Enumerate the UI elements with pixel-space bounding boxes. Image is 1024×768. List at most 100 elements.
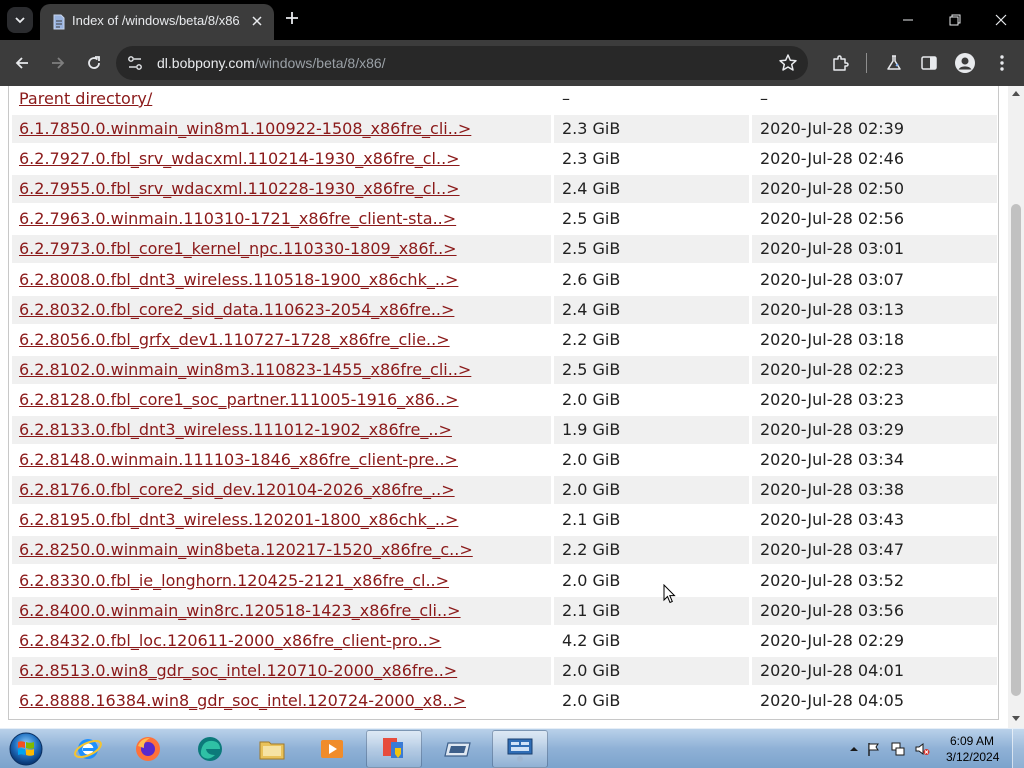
file-link[interactable]: 6.2.8133.0.fbl_dnt3_wireless.111012-1902… bbox=[19, 420, 452, 439]
virtual-machine-icon bbox=[444, 742, 471, 757]
firefox-icon bbox=[136, 737, 160, 761]
scroll-down-arrow-icon[interactable] bbox=[1012, 716, 1020, 721]
clock-date: 3/12/2024 bbox=[946, 750, 1000, 764]
file-link[interactable]: 6.2.8056.0.fbl_grfx_dev1.110727-1728_x86… bbox=[19, 330, 450, 349]
table-row: 6.2.8128.0.fbl_core1_soc_partner.111005-… bbox=[12, 386, 997, 416]
side-panel-button[interactable] bbox=[915, 49, 943, 77]
taskbar-virtual-machine[interactable] bbox=[430, 730, 486, 768]
volume-muted-icon[interactable] bbox=[914, 741, 930, 757]
file-date: 2020-Jul-28 03:01 bbox=[752, 235, 997, 264]
file-link[interactable]: 6.2.8400.0.winmain_win8rc.120518-1423_x8… bbox=[19, 601, 461, 620]
file-link[interactable]: 6.2.8513.0.win8_gdr_soc_intel.120710-200… bbox=[19, 661, 457, 680]
reload-button[interactable] bbox=[80, 49, 108, 77]
page-scrollbar[interactable] bbox=[1008, 86, 1024, 728]
taskbar-internet-explorer[interactable] bbox=[60, 730, 116, 768]
start-button[interactable] bbox=[4, 730, 48, 768]
internet-explorer-icon bbox=[74, 739, 102, 759]
table-row: 6.2.7963.0.winmain.110310-1721_x86fre_cl… bbox=[12, 205, 997, 235]
taskbar-remote-desktop[interactable] bbox=[492, 730, 548, 768]
flask-icon bbox=[887, 55, 901, 70]
file-size: 2.1 GiB bbox=[554, 596, 749, 625]
file-link[interactable]: 6.2.8176.0.fbl_core2_sid_dev.120104-2026… bbox=[19, 480, 455, 499]
control-panel-icon bbox=[383, 738, 403, 758]
taskbar-control-panel[interactable] bbox=[366, 730, 422, 768]
table-row: 6.2.8032.0.fbl_core2_sid_data.110623-205… bbox=[12, 295, 997, 326]
file-date: 2020-Jul-28 02:46 bbox=[760, 149, 905, 169]
restore-icon bbox=[949, 14, 961, 26]
file-size: 2.2 GiB bbox=[562, 329, 621, 349]
arrow-right-icon bbox=[52, 57, 65, 69]
file-size: 2.0 GiB bbox=[562, 450, 621, 470]
file-size: 4.2 GiB bbox=[562, 630, 621, 650]
taskbar-clock[interactable]: 6:09 AM 3/12/2024 bbox=[946, 733, 1000, 765]
profile-button[interactable] bbox=[951, 49, 979, 77]
reload-icon bbox=[88, 56, 100, 69]
new-tab-button[interactable] bbox=[280, 8, 304, 32]
bookmark-star-icon[interactable] bbox=[778, 53, 798, 73]
file-date: 2020-Jul-28 03:38 bbox=[752, 476, 997, 505]
puzzle-piece-icon bbox=[833, 55, 849, 71]
network-icon[interactable] bbox=[890, 741, 906, 757]
file-date: 2020-Jul-28 04:01 bbox=[752, 656, 997, 685]
show-hidden-icons-icon[interactable] bbox=[846, 741, 862, 757]
close-window-button[interactable] bbox=[978, 0, 1024, 40]
file-size: 2.0 GiB bbox=[554, 476, 749, 505]
table-row: 6.2.8888.16384.win8_gdr_soc_intel.120724… bbox=[12, 687, 997, 717]
file-link[interactable]: 6.2.7973.0.fbl_core1_kernel_npc.110330-1… bbox=[19, 239, 457, 258]
file-link[interactable]: 6.2.8195.0.fbl_dnt3_wireless.120201-1800… bbox=[19, 510, 458, 529]
file-date: 2020-Jul-28 03:18 bbox=[760, 329, 905, 349]
parent-directory-link[interactable]: Parent directory/ bbox=[19, 89, 152, 108]
file-link[interactable]: 6.2.8888.16384.win8_gdr_soc_intel.120724… bbox=[19, 691, 466, 710]
taskbar-media-player[interactable] bbox=[304, 730, 360, 768]
file-size: 2.5 GiB bbox=[554, 235, 749, 264]
file-date: 2020-Jul-28 03:47 bbox=[752, 536, 997, 565]
file-link[interactable]: 6.2.8008.0.fbl_dnt3_wireless.110518-1900… bbox=[19, 270, 458, 289]
scroll-up-arrow-icon[interactable] bbox=[1012, 91, 1020, 96]
file-size: 2.0 GiB bbox=[562, 389, 621, 409]
table-row: 6.2.8148.0.winmain.111103-1846_x86fre_cl… bbox=[12, 446, 997, 476]
file-size: 2.1 GiB bbox=[562, 510, 621, 530]
file-link[interactable]: 6.2.8102.0.winmain_win8m3.110823-1455_x8… bbox=[19, 360, 471, 379]
show-desktop-button[interactable] bbox=[1012, 729, 1024, 768]
table-row: 6.2.8008.0.fbl_dnt3_wireless.110518-1900… bbox=[12, 266, 997, 296]
tab-close-button[interactable] bbox=[246, 10, 268, 32]
forward-button[interactable] bbox=[44, 49, 72, 77]
action-center-flag-icon[interactable] bbox=[866, 741, 882, 757]
address-bar[interactable]: dl.bobpony.com/windows/beta/8/x86/ bbox=[116, 46, 808, 80]
taskbar-file-explorer[interactable] bbox=[244, 730, 300, 768]
browser-menu-button[interactable] bbox=[988, 49, 1016, 77]
file-size: 2.3 GiB bbox=[562, 149, 621, 169]
table-row: 6.2.8056.0.fbl_grfx_dev1.110727-1728_x86… bbox=[12, 326, 997, 356]
file-link[interactable]: 6.2.7963.0.winmain.110310-1721_x86fre_cl… bbox=[19, 209, 456, 228]
site-settings-icon[interactable] bbox=[126, 54, 144, 72]
taskbar-firefox[interactable] bbox=[120, 730, 176, 768]
file-size: 2.0 GiB bbox=[562, 690, 621, 710]
table-row: 6.2.8330.0.fbl_ie_longhorn.120425-2121_x… bbox=[12, 567, 997, 597]
file-link[interactable]: 6.1.7850.0.winmain_win8m1.100922-1508_x8… bbox=[19, 119, 471, 138]
file-link[interactable]: 6.2.8148.0.winmain.111103-1846_x86fre_cl… bbox=[19, 450, 458, 469]
scrollbar-thumb[interactable] bbox=[1011, 204, 1021, 696]
labs-button[interactable] bbox=[880, 49, 908, 77]
back-button[interactable] bbox=[8, 49, 36, 77]
url-text[interactable]: dl.bobpony.com/windows/beta/8/x86/ bbox=[157, 55, 386, 71]
file-size: 2.5 GiB bbox=[562, 209, 621, 229]
file-date: 2020-Jul-28 02:29 bbox=[760, 630, 905, 650]
minimize-icon bbox=[903, 19, 913, 21]
tab-active[interactable]: Index of /windows/beta/8/x86/ bbox=[40, 4, 274, 40]
side-panel-icon bbox=[921, 56, 937, 70]
minimize-button[interactable] bbox=[885, 0, 931, 40]
file-date: 2020-Jul-28 04:05 bbox=[760, 690, 905, 710]
restore-button[interactable] bbox=[932, 0, 978, 40]
tab-search-button[interactable] bbox=[7, 7, 33, 33]
file-link[interactable]: 6.2.7955.0.fbl_srv_wdacxml.110228-1930_x… bbox=[19, 179, 460, 198]
file-date: 2020-Jul-28 03:07 bbox=[760, 269, 905, 289]
file-link[interactable]: 6.2.8432.0.fbl_loc.120611-2000_x86fre_cl… bbox=[19, 631, 441, 650]
plus-icon bbox=[286, 12, 298, 24]
taskbar-edge[interactable] bbox=[182, 730, 238, 768]
file-link[interactable]: 6.2.7927.0.fbl_srv_wdacxml.110214-1930_x… bbox=[19, 149, 460, 168]
extensions-button[interactable] bbox=[826, 49, 854, 77]
file-link[interactable]: 6.2.8330.0.fbl_ie_longhorn.120425-2121_x… bbox=[19, 571, 449, 590]
file-link[interactable]: 6.2.8128.0.fbl_core1_soc_partner.111005-… bbox=[19, 390, 459, 409]
file-link[interactable]: 6.2.8032.0.fbl_core2_sid_data.110623-205… bbox=[19, 300, 454, 319]
file-link[interactable]: 6.2.8250.0.winmain_win8beta.120217-1520_… bbox=[19, 540, 473, 559]
